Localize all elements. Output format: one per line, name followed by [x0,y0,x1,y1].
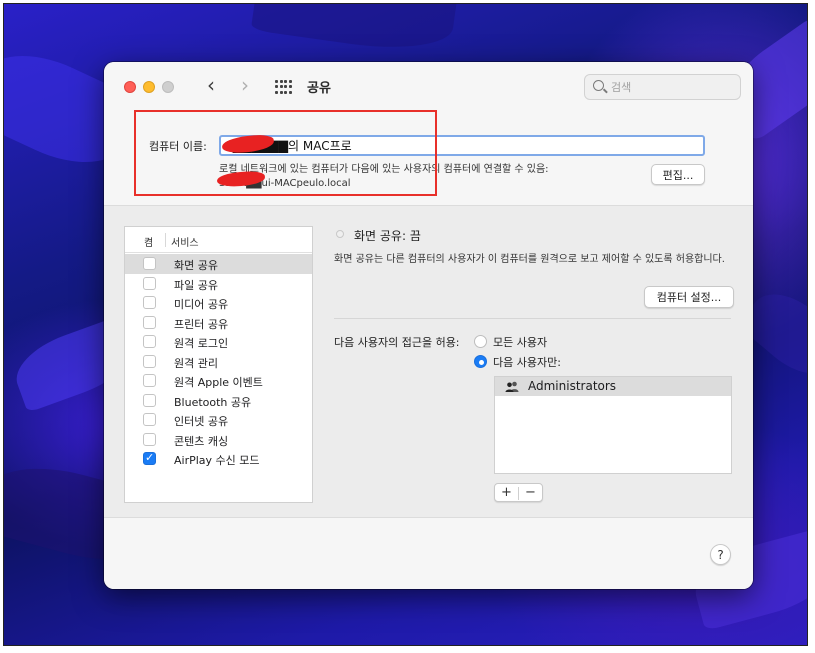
list-item[interactable]: 콘텐츠 캐싱 [125,430,312,450]
service-label: AirPlay 수신 모드 [174,454,260,467]
user-group-label: Administrators [528,379,617,393]
service-checkbox[interactable] [143,393,156,407]
service-label: 원격 관리 [174,356,218,370]
list-item[interactable]: 프린터 공유 [125,313,312,333]
service-checkbox[interactable] [143,335,156,348]
footer [104,517,753,589]
add-user-button[interactable]: + [495,484,518,501]
service-checkbox[interactable] [143,432,156,446]
list-item[interactable]: AirPlay 수신 모드 [125,449,312,469]
column-header-on[interactable]: 켬 [144,234,153,249]
close-button[interactable] [124,81,136,93]
access-label: 다음 사용자의 접근을 허용: [334,336,460,349]
service-checkbox[interactable] [143,413,156,426]
annotation-highlight-box [134,110,437,196]
service-label: 화면 공유 [174,259,218,272]
service-checkbox[interactable] [143,451,156,465]
radio-all-users-label[interactable]: 모든 사용자 [493,334,547,350]
service-label: 미디어 공유 [174,298,229,311]
radio-all-users[interactable] [474,335,487,348]
radio-only-these-users-label[interactable]: 다음 사용자만: [493,354,561,370]
service-checkbox[interactable] [143,257,156,270]
minimize-button[interactable] [143,81,155,93]
services-list: 켬 서비스 화면 공유파일 공유미디어 공유프린터 공유원격 로그인원격 관리원… [124,226,313,503]
service-label: 원격 로그인 [174,337,229,350]
list-item[interactable]: 원격 로그인 [125,332,312,352]
zoom-button[interactable] [162,81,174,93]
allowed-users-list[interactable]: Administrators [494,376,732,474]
search-input[interactable] [611,79,731,96]
service-checkbox[interactable] [143,276,156,290]
add-remove-control: + − [494,483,543,502]
back-arrow-icon[interactable]: ‹ [200,74,222,98]
service-label: 파일 공유 [174,278,218,292]
help-button[interactable]: ? [710,544,731,565]
edit-button[interactable]: 편집... [651,164,705,185]
service-label: Bluetooth 공유 [174,395,252,409]
list-item[interactable]: 원격 관리 [125,352,312,372]
service-label: 인터넷 공유 [174,415,229,428]
forward-arrow-icon[interactable]: › [234,74,256,98]
service-checkbox[interactable] [143,354,156,368]
service-checkbox[interactable] [143,315,156,329]
wallpaper-leaf [250,4,458,58]
computer-settings-button[interactable]: 컴퓨터 설정... [644,286,734,308]
sharing-preferences-window: ‹ › 공유 컴퓨터 이름: 로컬 네트워크에 있는 컴퓨터가 다음에 있는 사… [104,62,753,589]
list-item[interactable]: 화면 공유 [125,254,312,274]
remove-user-button[interactable]: − [519,484,542,501]
service-label: 프린터 공유 [174,317,229,331]
list-item[interactable]: 미디어 공유 [125,293,312,313]
list-item[interactable]: 파일 공유 [125,274,312,294]
service-checkbox[interactable] [143,374,156,387]
service-description: 화면 공유는 다른 컴퓨터의 사용자가 이 컴퓨터를 원격으로 보고 제어할 수… [334,254,725,265]
service-status-title: 화면 공유: 끔 [354,229,421,243]
grid-icon[interactable] [275,80,292,94]
user-group-icon [505,381,519,392]
service-checkbox[interactable] [143,296,156,309]
radio-only-these-users[interactable] [474,355,487,368]
search-field[interactable] [584,74,741,100]
column-header-service[interactable]: 서비스 [171,234,199,249]
search-icon [593,80,604,91]
list-item[interactable]: Bluetooth 공유 [125,391,312,411]
status-indicator [336,230,344,238]
service-label: 원격 Apple 이벤트 [174,376,263,389]
list-item[interactable]: Administrators [495,377,731,396]
service-label: 콘텐츠 캐싱 [174,434,229,448]
titlebar: ‹ › 공유 [104,62,753,110]
list-item[interactable]: 인터넷 공유 [125,410,312,430]
services-list-header: 켬 서비스 [125,227,312,253]
divider [334,318,731,319]
list-item[interactable]: 원격 Apple 이벤트 [125,371,312,391]
window-title: 공유 [307,81,331,96]
